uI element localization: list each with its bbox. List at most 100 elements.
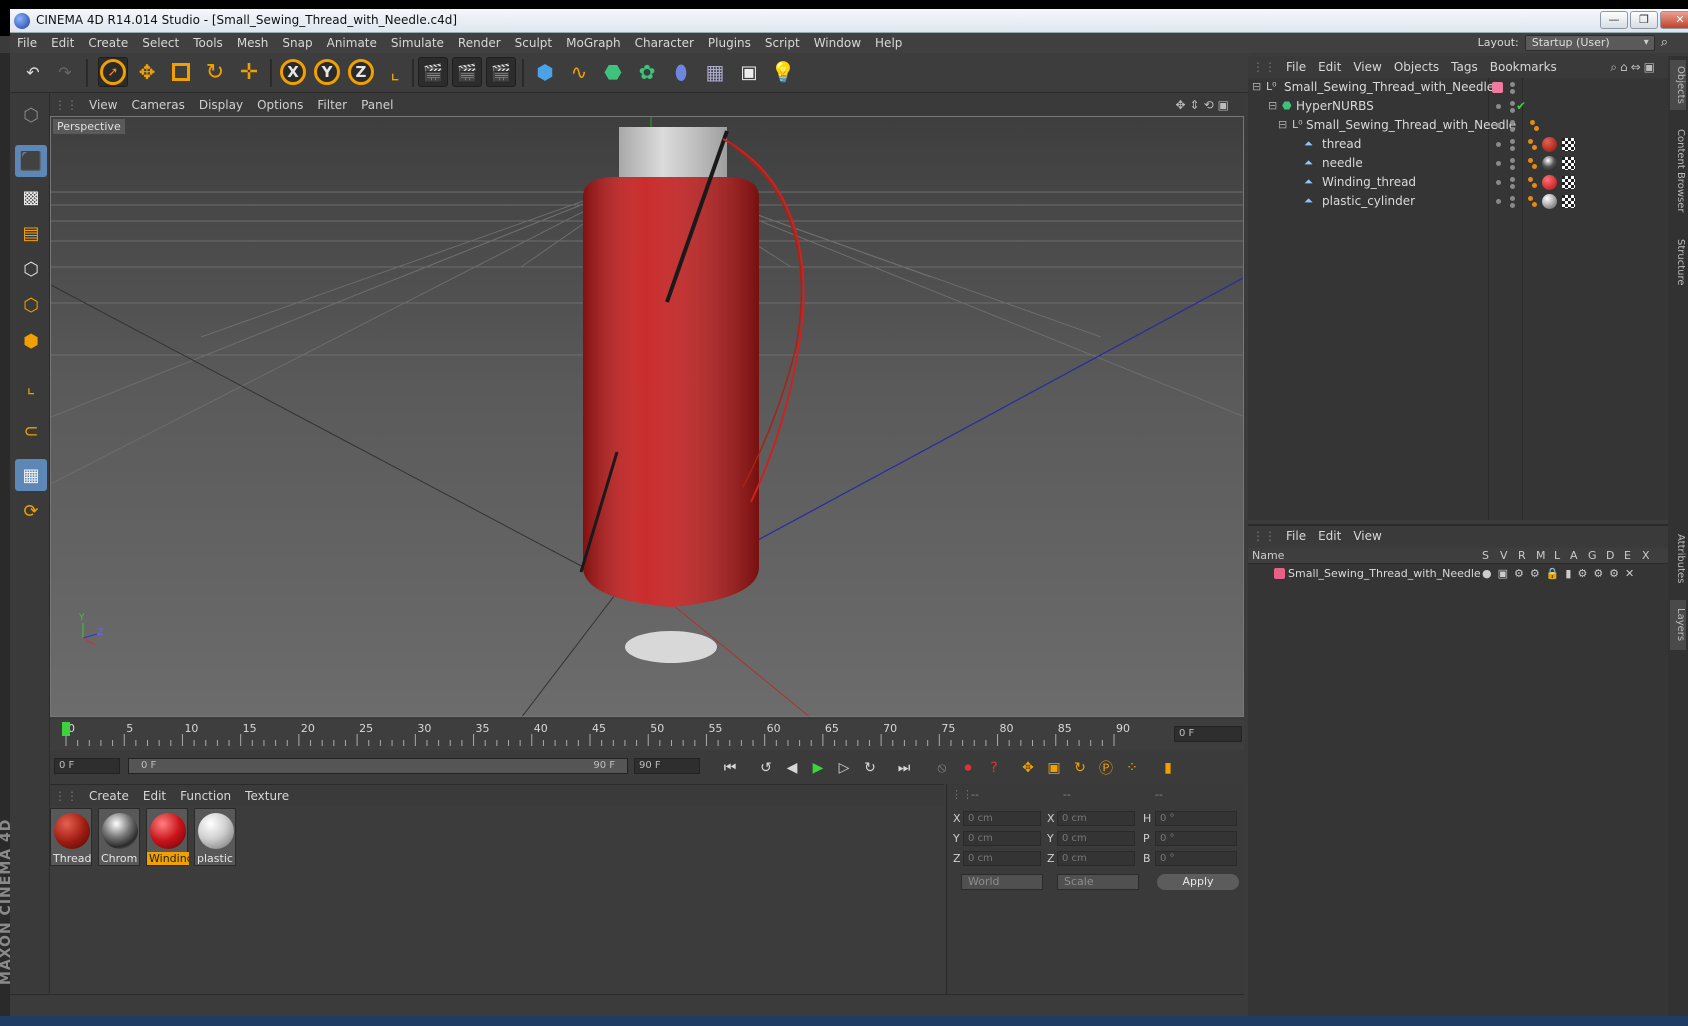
layers-menu-file[interactable]: File: [1280, 526, 1312, 546]
go-to-end-icon[interactable]: ⏭: [892, 756, 916, 780]
frame-range-slider[interactable]: 0 F 90 F: [128, 758, 628, 774]
column-visible[interactable]: V: [1500, 549, 1508, 562]
cube-primitive-icon[interactable]: ⬢: [530, 57, 560, 87]
column-locked[interactable]: L: [1554, 549, 1560, 562]
key-position-icon[interactable]: ✥: [1016, 756, 1040, 780]
column-animation[interactable]: A: [1570, 549, 1578, 562]
tab-attributes[interactable]: Attributes: [1670, 524, 1686, 594]
material-tag-icon[interactable]: [1542, 156, 1557, 171]
rot-p-field[interactable]: 0 °: [1155, 831, 1237, 846]
object-row[interactable]: ⊟ L⁰ Small_Sewing_Thread_with_Needle: [1248, 78, 1668, 97]
z-axis-lock-icon[interactable]: Z: [346, 57, 376, 87]
objects-menu-view[interactable]: View: [1347, 56, 1387, 78]
material-tag-icon[interactable]: [1542, 137, 1557, 152]
menu-file[interactable]: File: [10, 33, 44, 53]
column-solo[interactable]: S: [1482, 549, 1489, 562]
coordinate-system-icon[interactable]: ⌞: [380, 57, 410, 87]
next-key-icon[interactable]: ↻: [858, 756, 882, 780]
layers-menu-view[interactable]: View: [1347, 526, 1387, 546]
material-chrome[interactable]: Chrom: [98, 808, 140, 866]
start-frame-field[interactable]: 0 F: [54, 758, 120, 774]
viewport-menu-display[interactable]: Display: [192, 94, 250, 116]
enabled-check-icon[interactable]: ✔: [1516, 97, 1526, 116]
material-menu-create[interactable]: Create: [82, 785, 136, 807]
rotate-tool-icon[interactable]: ↻: [200, 57, 230, 87]
menu-script[interactable]: Script: [758, 33, 807, 53]
uvw-tag-icon[interactable]: [1562, 138, 1575, 151]
restore-button[interactable]: ❐: [1630, 11, 1658, 29]
layer-row[interactable]: Small_Sewing_Thread_with_Needle ●▣⚙⚙🔒▮⚙⚙…: [1248, 564, 1668, 583]
menu-mesh[interactable]: Mesh: [230, 33, 276, 53]
menu-render[interactable]: Render: [451, 33, 508, 53]
objects-menu-bookmarks[interactable]: Bookmarks: [1484, 56, 1563, 78]
play-icon[interactable]: ▶: [806, 756, 830, 780]
x-axis-lock-icon[interactable]: X: [278, 57, 308, 87]
key-scale-icon[interactable]: ▣: [1042, 756, 1066, 780]
column-name[interactable]: Name: [1252, 549, 1284, 562]
viewport-menu-view[interactable]: View: [82, 94, 124, 116]
material-tag-icon[interactable]: [1542, 175, 1557, 190]
size-x-field[interactable]: 0 cm: [1057, 811, 1135, 826]
uvw-tag-icon[interactable]: [1562, 157, 1575, 170]
rot-h-field[interactable]: 0 °: [1155, 811, 1237, 826]
previous-key-icon[interactable]: ↺: [754, 756, 778, 780]
collapse-icon[interactable]: ⊟: [1268, 100, 1280, 112]
key-pla-icon[interactable]: ⁘: [1120, 756, 1144, 780]
size-y-field[interactable]: 0 cm: [1057, 831, 1135, 846]
column-deformers[interactable]: D: [1606, 549, 1614, 562]
menu-select[interactable]: Select: [135, 33, 186, 53]
menu-window[interactable]: Window: [807, 33, 868, 53]
column-render[interactable]: R: [1518, 549, 1526, 562]
viewport-nav-icons[interactable]: ✥⇕⟲▣: [1168, 94, 1240, 116]
search-icon[interactable]: ⌕: [1661, 33, 1668, 53]
texture-mode-icon[interactable]: ▩: [15, 181, 47, 213]
object-row[interactable]: ⏶ needle: [1248, 154, 1668, 173]
menu-tools[interactable]: Tools: [186, 33, 230, 53]
make-editable-icon[interactable]: ⬡: [15, 99, 47, 131]
y-axis-lock-icon[interactable]: Y: [312, 57, 342, 87]
timeline-ruler[interactable]: 0 5 10 15 20 25 30 35 40 45 50 55 60 65 70 75 80 85 90 0 F: [50, 720, 1244, 750]
tab-content-browser[interactable]: Content Browser: [1670, 116, 1686, 226]
next-frame-icon[interactable]: ▷: [832, 756, 856, 780]
floor-icon[interactable]: ▦: [700, 57, 730, 87]
deformer-icon[interactable]: ⬮: [666, 57, 696, 87]
nurbs-icon[interactable]: ⬣: [598, 57, 628, 87]
redo-icon[interactable]: ↷: [50, 57, 80, 87]
render-view-icon[interactable]: 🎬: [418, 57, 448, 87]
render-settings-icon[interactable]: 🎬: [486, 57, 516, 87]
recent-tool-icon[interactable]: ✛: [234, 57, 264, 87]
material-menu-texture[interactable]: Texture: [238, 785, 296, 807]
pos-y-field[interactable]: 0 cm: [963, 831, 1041, 846]
objects-menu-file[interactable]: File: [1280, 56, 1312, 78]
size-z-field[interactable]: 0 cm: [1057, 851, 1135, 866]
object-row[interactable]: ⏶ Winding_thread: [1248, 173, 1668, 192]
key-rotation-icon[interactable]: ↻: [1068, 756, 1092, 780]
menu-simulate[interactable]: Simulate: [384, 33, 451, 53]
menu-plugins[interactable]: Plugins: [701, 33, 758, 53]
axis-mode-icon[interactable]: ⌞: [15, 371, 47, 403]
layout-dropdown[interactable]: Startup (User): [1524, 35, 1655, 51]
coordinate-space-dropdown[interactable]: World: [961, 874, 1043, 890]
layers-menu-edit[interactable]: Edit: [1312, 526, 1347, 546]
autokey-icon[interactable]: ⦸: [930, 756, 954, 780]
edges-mode-icon[interactable]: ⬡: [15, 289, 47, 321]
material-thread[interactable]: Thread: [50, 808, 92, 866]
undo-icon[interactable]: ↶: [18, 57, 48, 87]
uvw-tag-icon[interactable]: [1562, 195, 1575, 208]
column-generators[interactable]: G: [1588, 549, 1597, 562]
material-menu-function[interactable]: Function: [173, 785, 238, 807]
3d-viewport[interactable]: Y Z Perspective: [50, 116, 1244, 717]
array-icon[interactable]: ✿: [632, 57, 662, 87]
menu-edit[interactable]: Edit: [44, 33, 81, 53]
previous-frame-icon[interactable]: ◀: [780, 756, 804, 780]
move-tool-icon[interactable]: ✥: [132, 57, 162, 87]
magnet-icon[interactable]: ⊂: [15, 415, 47, 447]
record-icon[interactable]: ⏺: [956, 756, 980, 780]
points-mode-icon[interactable]: ⬡: [15, 253, 47, 285]
key-parameter-icon[interactable]: Ⓟ: [1094, 756, 1118, 780]
menu-snap[interactable]: Snap: [275, 33, 319, 53]
pos-z-field[interactable]: 0 cm: [963, 851, 1041, 866]
menu-help[interactable]: Help: [868, 33, 909, 53]
object-row[interactable]: ⊟ ⬣ HyperNURBS ✔: [1248, 97, 1668, 116]
workplane-mode-icon[interactable]: ▤: [15, 217, 47, 249]
